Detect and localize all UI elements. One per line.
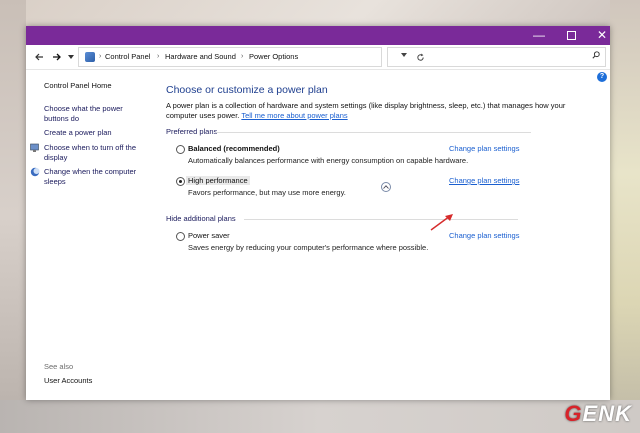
balanced-radio[interactable] [176, 145, 185, 154]
maximize-icon [566, 31, 576, 41]
power-saver-radio[interactable] [176, 232, 185, 241]
close-button[interactable]: ✕ [585, 26, 619, 45]
plan-description-power-saver: Saves energy by reducing your computer's… [188, 243, 429, 252]
moon-shield-icon [30, 167, 40, 177]
sidebar-item-create-power-plan[interactable]: Create a power plan [44, 128, 112, 138]
plan-description-balanced: Automatically balances performance with … [188, 156, 469, 165]
plan-name-power-saver[interactable]: Power saver [188, 231, 230, 240]
breadcrumb-separator-icon: › [99, 53, 102, 60]
page-title: Choose or customize a power plan [166, 84, 328, 96]
see-also-label: See also [44, 362, 74, 371]
minimize-button[interactable]: — [522, 26, 556, 45]
collapse-additional-plans-button[interactable] [381, 182, 391, 192]
power-options-window: — ✕ › Control Panel › Hardware and Sound… [26, 26, 610, 400]
breadcrumb-separator-icon: › [157, 53, 160, 60]
sidebar-item-user-accounts[interactable]: User Accounts [44, 376, 92, 385]
maximize-button[interactable] [554, 26, 588, 45]
breadcrumb-power-options[interactable]: Power Options [249, 48, 298, 66]
genk-watermark-logo: GENK [564, 401, 632, 426]
plan-description-high-performance: Favors performance, but may use more ene… [188, 188, 346, 197]
forward-arrow-icon [53, 53, 61, 61]
plan-name-balanced[interactable]: Balanced (recommended) [188, 144, 280, 153]
search-input[interactable] [387, 47, 606, 67]
change-plan-settings-high-performance-link[interactable]: Change plan settings [449, 176, 519, 185]
intro-description: A power plan is a collection of hardware… [166, 101, 566, 120]
plan-name-high-performance[interactable]: High performance [186, 176, 250, 185]
chevron-up-icon [383, 185, 389, 189]
hide-additional-plans-heading[interactable]: Hide additional plans [166, 214, 236, 223]
change-plan-settings-balanced-link[interactable]: Change plan settings [449, 144, 519, 153]
sidebar-item-display-off[interactable]: Choose when to turn off the display [44, 143, 144, 163]
change-plan-settings-power-saver-link[interactable]: Change plan settings [449, 231, 519, 240]
back-button[interactable] [32, 48, 46, 66]
section-divider [244, 219, 518, 220]
red-arrow-annotation-icon [430, 214, 453, 231]
high-performance-radio[interactable] [176, 177, 185, 186]
forward-button[interactable] [50, 48, 64, 66]
breadcrumb-separator-icon: › [241, 53, 244, 60]
chevron-down-icon [68, 55, 74, 59]
title-bar: — ✕ [26, 26, 610, 45]
tell-me-more-link[interactable]: Tell me more about power plans [241, 111, 347, 120]
intro-text: A power plan is a collection of hardware… [166, 101, 566, 121]
section-divider [216, 132, 531, 133]
help-icon[interactable]: ? [597, 72, 607, 82]
address-box[interactable]: › Control Panel › Hardware and Sound › P… [78, 47, 424, 67]
display-shield-icon [30, 143, 39, 152]
breadcrumb-control-panel[interactable]: Control Panel [105, 48, 150, 66]
search-icon [592, 51, 600, 59]
breadcrumb-hardware-and-sound[interactable]: Hardware and Sound [165, 48, 236, 66]
back-arrow-icon [35, 53, 43, 61]
desktop-background-right [610, 0, 640, 433]
sidebar-item-computer-sleeps[interactable]: Change when the computer sleeps [44, 167, 144, 187]
sidebar: Control Panel Home Choose what the power… [26, 70, 156, 400]
address-bar: › Control Panel › Hardware and Sound › P… [26, 45, 610, 70]
sidebar-item-power-buttons[interactable]: Choose what the power buttons do [44, 104, 132, 124]
preferred-plans-heading: Preferred plans [166, 127, 218, 136]
desktop-background-bottom [0, 400, 640, 433]
recent-locations-dropdown[interactable] [67, 48, 75, 66]
desktop-background-left [0, 0, 26, 433]
sidebar-item-control-panel-home[interactable]: Control Panel Home [44, 81, 112, 91]
control-panel-icon [85, 52, 95, 62]
